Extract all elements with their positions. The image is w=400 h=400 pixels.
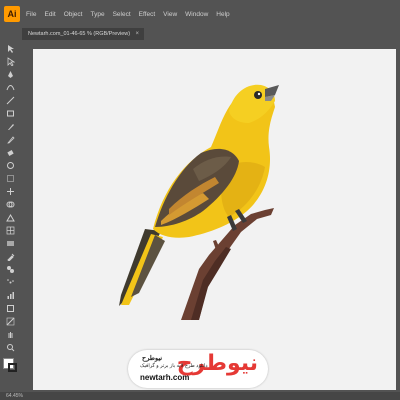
zoom-level[interactable]: 64.45%	[6, 393, 23, 399]
close-icon[interactable]: ×	[135, 31, 139, 37]
mesh-icon[interactable]	[5, 225, 15, 235]
gradient-icon[interactable]	[5, 238, 15, 248]
direct-selection-icon[interactable]	[5, 56, 15, 66]
watermark: نیوطرح نیوطرح دانلود طرح لایه باز برتر و…	[128, 350, 268, 388]
document-title: Newtarh.com_01-46-65 % (RGB/Preview)	[28, 31, 131, 37]
artboard-icon[interactable]	[5, 303, 15, 313]
rectangle-icon[interactable]	[5, 108, 15, 118]
slice-icon[interactable]	[5, 316, 15, 326]
bird-illustration[interactable]	[33, 49, 396, 390]
menu-view[interactable]: View	[163, 11, 177, 18]
eraser-icon[interactable]	[5, 147, 15, 157]
app-logo[interactable]: Ai	[4, 6, 20, 22]
graph-icon[interactable]	[5, 290, 15, 300]
fill-stroke-swatch[interactable]	[3, 358, 17, 372]
menu-help[interactable]: Help	[216, 11, 229, 18]
bird-eye-highlight	[257, 92, 261, 96]
pencil-icon[interactable]	[5, 134, 15, 144]
zoom-icon[interactable]	[5, 342, 15, 352]
scale-icon[interactable]	[5, 173, 15, 183]
shape-builder-icon[interactable]	[5, 199, 15, 209]
watermark-site: newtarh.com	[140, 373, 190, 382]
watermark-name: نیوطرح	[142, 355, 163, 362]
menu-object[interactable]: Object	[64, 11, 83, 18]
menu-bar: Ai File Edit Object Type Select Effect V…	[0, 0, 400, 28]
watermark-slogan: دانلود طرح لایه باز برتر و گرافیک	[140, 363, 208, 369]
symbol-sprayer-icon[interactable]	[5, 277, 15, 287]
line-icon[interactable]	[5, 95, 15, 105]
bird-eye	[254, 91, 262, 99]
menu-file[interactable]: File	[26, 11, 36, 18]
document-tab[interactable]: Newtarh.com_01-46-65 % (RGB/Preview) ×	[22, 28, 144, 40]
pen-icon[interactable]	[5, 69, 15, 79]
hand-icon[interactable]	[5, 329, 15, 339]
rotate-icon[interactable]	[5, 160, 15, 170]
perspective-icon[interactable]	[5, 212, 15, 222]
artboard[interactable]	[33, 49, 396, 390]
tools-panel	[0, 40, 20, 392]
width-icon[interactable]	[5, 186, 15, 196]
menu-edit[interactable]: Edit	[44, 11, 55, 18]
menu-items: File Edit Object Type Select Effect View…	[26, 11, 238, 18]
blend-icon[interactable]	[5, 264, 15, 274]
brush-icon[interactable]	[5, 121, 15, 131]
bird-beak	[265, 85, 279, 97]
menu-window[interactable]: Window	[185, 11, 208, 18]
selection-icon[interactable]	[5, 43, 15, 53]
menu-type[interactable]: Type	[90, 11, 104, 18]
menu-select[interactable]: Select	[113, 11, 131, 18]
menu-effect[interactable]: Effect	[139, 11, 156, 18]
status-bar: 64.45%	[0, 392, 400, 400]
eyedropper-icon[interactable]	[5, 251, 15, 261]
curvature-icon[interactable]	[5, 82, 15, 92]
